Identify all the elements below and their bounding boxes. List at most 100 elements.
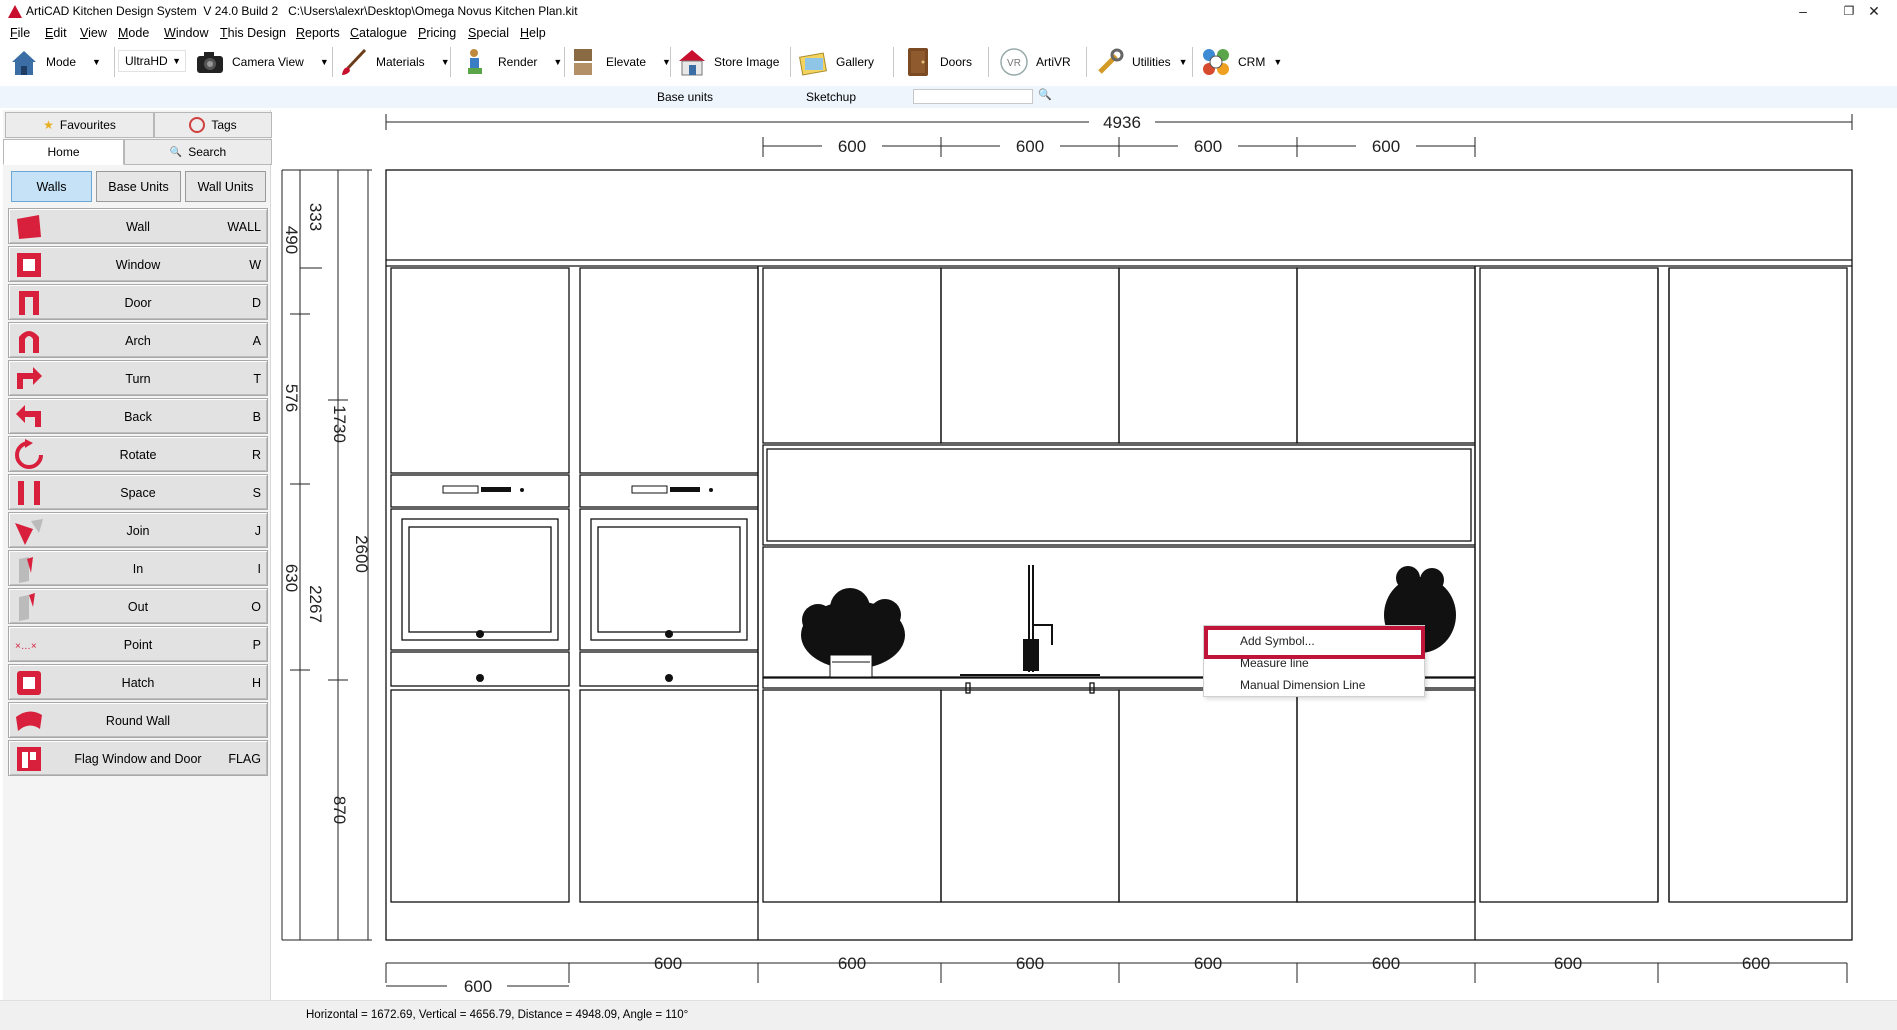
wall-icon xyxy=(13,211,45,243)
sketchup-label[interactable]: Sketchup xyxy=(806,90,856,104)
tab-search[interactable]: 🔍 Search xyxy=(124,139,272,165)
menu-catalogue[interactable]: Catalogue xyxy=(350,24,407,42)
artivr-button[interactable]: VR ArtiVR xyxy=(998,44,1071,80)
seg-wall-units[interactable]: Wall Units xyxy=(185,171,266,202)
cabinet-elevation-icon xyxy=(568,46,600,78)
tool-label: Back xyxy=(124,410,152,424)
tool-round-wall[interactable]: Round Wall xyxy=(8,702,268,738)
tool-label: Round Wall xyxy=(105,714,171,728)
menu-file[interactable]: File xyxy=(10,24,30,42)
tool-flag-window-and-door[interactable]: Flag Window and Door FLAG xyxy=(8,740,268,776)
menu-window[interactable]: Window xyxy=(164,24,208,42)
seg-walls[interactable]: Walls xyxy=(11,171,92,202)
tool-out[interactable]: Out O xyxy=(8,588,268,624)
camera-icon xyxy=(194,46,226,78)
render-quality-select[interactable]: UltraHD ▼ xyxy=(118,50,186,72)
menu-edit[interactable]: Edit xyxy=(45,24,67,42)
seg-base-units[interactable]: Base Units xyxy=(96,171,181,202)
menu-special[interactable]: Special xyxy=(468,24,509,42)
mode-button[interactable]: Mode ▼ xyxy=(8,44,101,80)
render-button[interactable]: Render ▼ xyxy=(460,44,562,80)
menu-help[interactable]: Help xyxy=(520,24,546,42)
close-button[interactable]: ✕ xyxy=(1851,0,1897,22)
tool-point[interactable]: ×…× Point P xyxy=(8,626,268,662)
tool-hatch[interactable]: Hatch H xyxy=(8,664,268,700)
gallery-button[interactable]: Gallery xyxy=(798,44,874,80)
base-unit-1 xyxy=(762,689,942,903)
highlight-box xyxy=(1204,626,1425,659)
crm-button[interactable]: CRM ▼ xyxy=(1200,44,1282,80)
tab-home[interactable]: Home xyxy=(3,139,124,165)
tab-tags[interactable]: Tags xyxy=(154,112,272,138)
tool-shortcut: A xyxy=(252,334,261,348)
secondary-bar: Base units Sketchup 🔍 xyxy=(0,86,1897,108)
door-icon xyxy=(13,287,45,319)
menu-this-design[interactable]: This Design xyxy=(220,24,286,42)
tap-symbol xyxy=(960,565,1100,676)
render-figure-icon xyxy=(460,46,492,78)
wall-unit-2 xyxy=(940,267,1120,444)
dim-left-870: 870 xyxy=(330,796,349,824)
open-shelf xyxy=(762,444,1476,546)
title-bar: ArtiCAD Kitchen Design System V 24.0 Bui… xyxy=(0,0,1897,24)
store-image-button[interactable]: Store Image xyxy=(676,44,779,80)
tool-window[interactable]: Window W xyxy=(8,246,268,282)
dim-left-490: 490 xyxy=(282,226,301,254)
wall-unit-4 xyxy=(1296,267,1476,444)
round-wall-icon xyxy=(13,705,45,737)
tool-door[interactable]: Door D xyxy=(8,284,268,320)
tab-favourites[interactable]: ★ Favourites xyxy=(5,112,154,138)
tool-shortcut: R xyxy=(251,448,261,462)
menu-pricing[interactable]: Pricing xyxy=(418,24,456,42)
tool-label: Arch xyxy=(125,334,151,348)
elevate-button[interactable]: Elevate ▼ xyxy=(568,44,671,80)
status-bar: Horizontal = 1672.69, Vertical = 4656.79… xyxy=(0,1000,1897,1030)
brush-icon xyxy=(338,46,370,78)
oven-2-body xyxy=(579,508,759,651)
window-title: ArtiCAD Kitchen Design System V 24.0 Bui… xyxy=(26,4,578,18)
tool-label: Out xyxy=(127,600,149,614)
tool-turn[interactable]: Turn T xyxy=(8,360,268,396)
elevation-drawing[interactable]: 4936 600 600 600 600 600 600 600 600 600… xyxy=(275,110,1895,1000)
base-unit-3 xyxy=(1118,689,1298,903)
wall-unit-1 xyxy=(762,267,942,444)
search-input[interactable] xyxy=(913,89,1033,104)
camera-view-dropdown-arrow[interactable]: ▼ xyxy=(320,57,329,67)
dim-bottom-3: 600 xyxy=(1016,954,1044,973)
menu-view[interactable]: View xyxy=(80,24,107,42)
tool-label: Hatch xyxy=(121,676,155,690)
materials-dropdown-arrow[interactable]: ▼ xyxy=(441,57,450,67)
tool-shortcut: D xyxy=(251,296,261,310)
tool-in[interactable]: In I xyxy=(8,550,268,586)
tool-join[interactable]: Join J xyxy=(8,512,268,548)
gallery-icon xyxy=(798,46,830,78)
tool-arch[interactable]: Arch A xyxy=(8,322,268,358)
tool-shortcut: H xyxy=(251,676,261,690)
render-dropdown-arrow[interactable]: ▼ xyxy=(553,57,562,67)
dim-top-3: 600 xyxy=(1194,137,1222,156)
menu-item-manual-dimension-line[interactable]: Manual Dimension Line xyxy=(1240,678,1365,692)
tall-unit-1-lower-door xyxy=(390,689,570,903)
tool-back[interactable]: Back B xyxy=(8,398,268,434)
dimension-labels: 4936 600 600 600 600 600 600 600 600 600… xyxy=(282,112,1770,996)
svg-text:×…×: ×…× xyxy=(15,641,37,652)
menu-mode[interactable]: Mode xyxy=(118,24,149,42)
crm-icon xyxy=(1200,46,1232,78)
minimize-button[interactable]: – xyxy=(1780,0,1826,22)
mode-dropdown-arrow[interactable]: ▼ xyxy=(92,57,101,67)
tool-rotate[interactable]: Rotate R xyxy=(8,436,268,472)
crm-dropdown-arrow[interactable]: ▼ xyxy=(1273,57,1282,67)
camera-view-button[interactable]: Camera View ▼ xyxy=(194,44,329,80)
search-icon[interactable]: 🔍 xyxy=(1038,88,1052,101)
menu-reports[interactable]: Reports xyxy=(296,24,340,42)
tool-wall[interactable]: Wall WALL xyxy=(8,208,268,244)
utilities-dropdown-arrow[interactable]: ▼ xyxy=(1179,57,1188,67)
tool-space[interactable]: Space S xyxy=(8,474,268,510)
tool-label: Join xyxy=(126,524,150,538)
oven-1-panel xyxy=(390,474,570,508)
doors-button[interactable]: Doors xyxy=(902,44,972,80)
base-units-label[interactable]: Base units xyxy=(657,90,713,104)
dim-bottom-5: 600 xyxy=(1372,954,1400,973)
utilities-button[interactable]: Utilities ▼ xyxy=(1094,44,1188,80)
materials-button[interactable]: Materials ▼ xyxy=(338,44,450,80)
